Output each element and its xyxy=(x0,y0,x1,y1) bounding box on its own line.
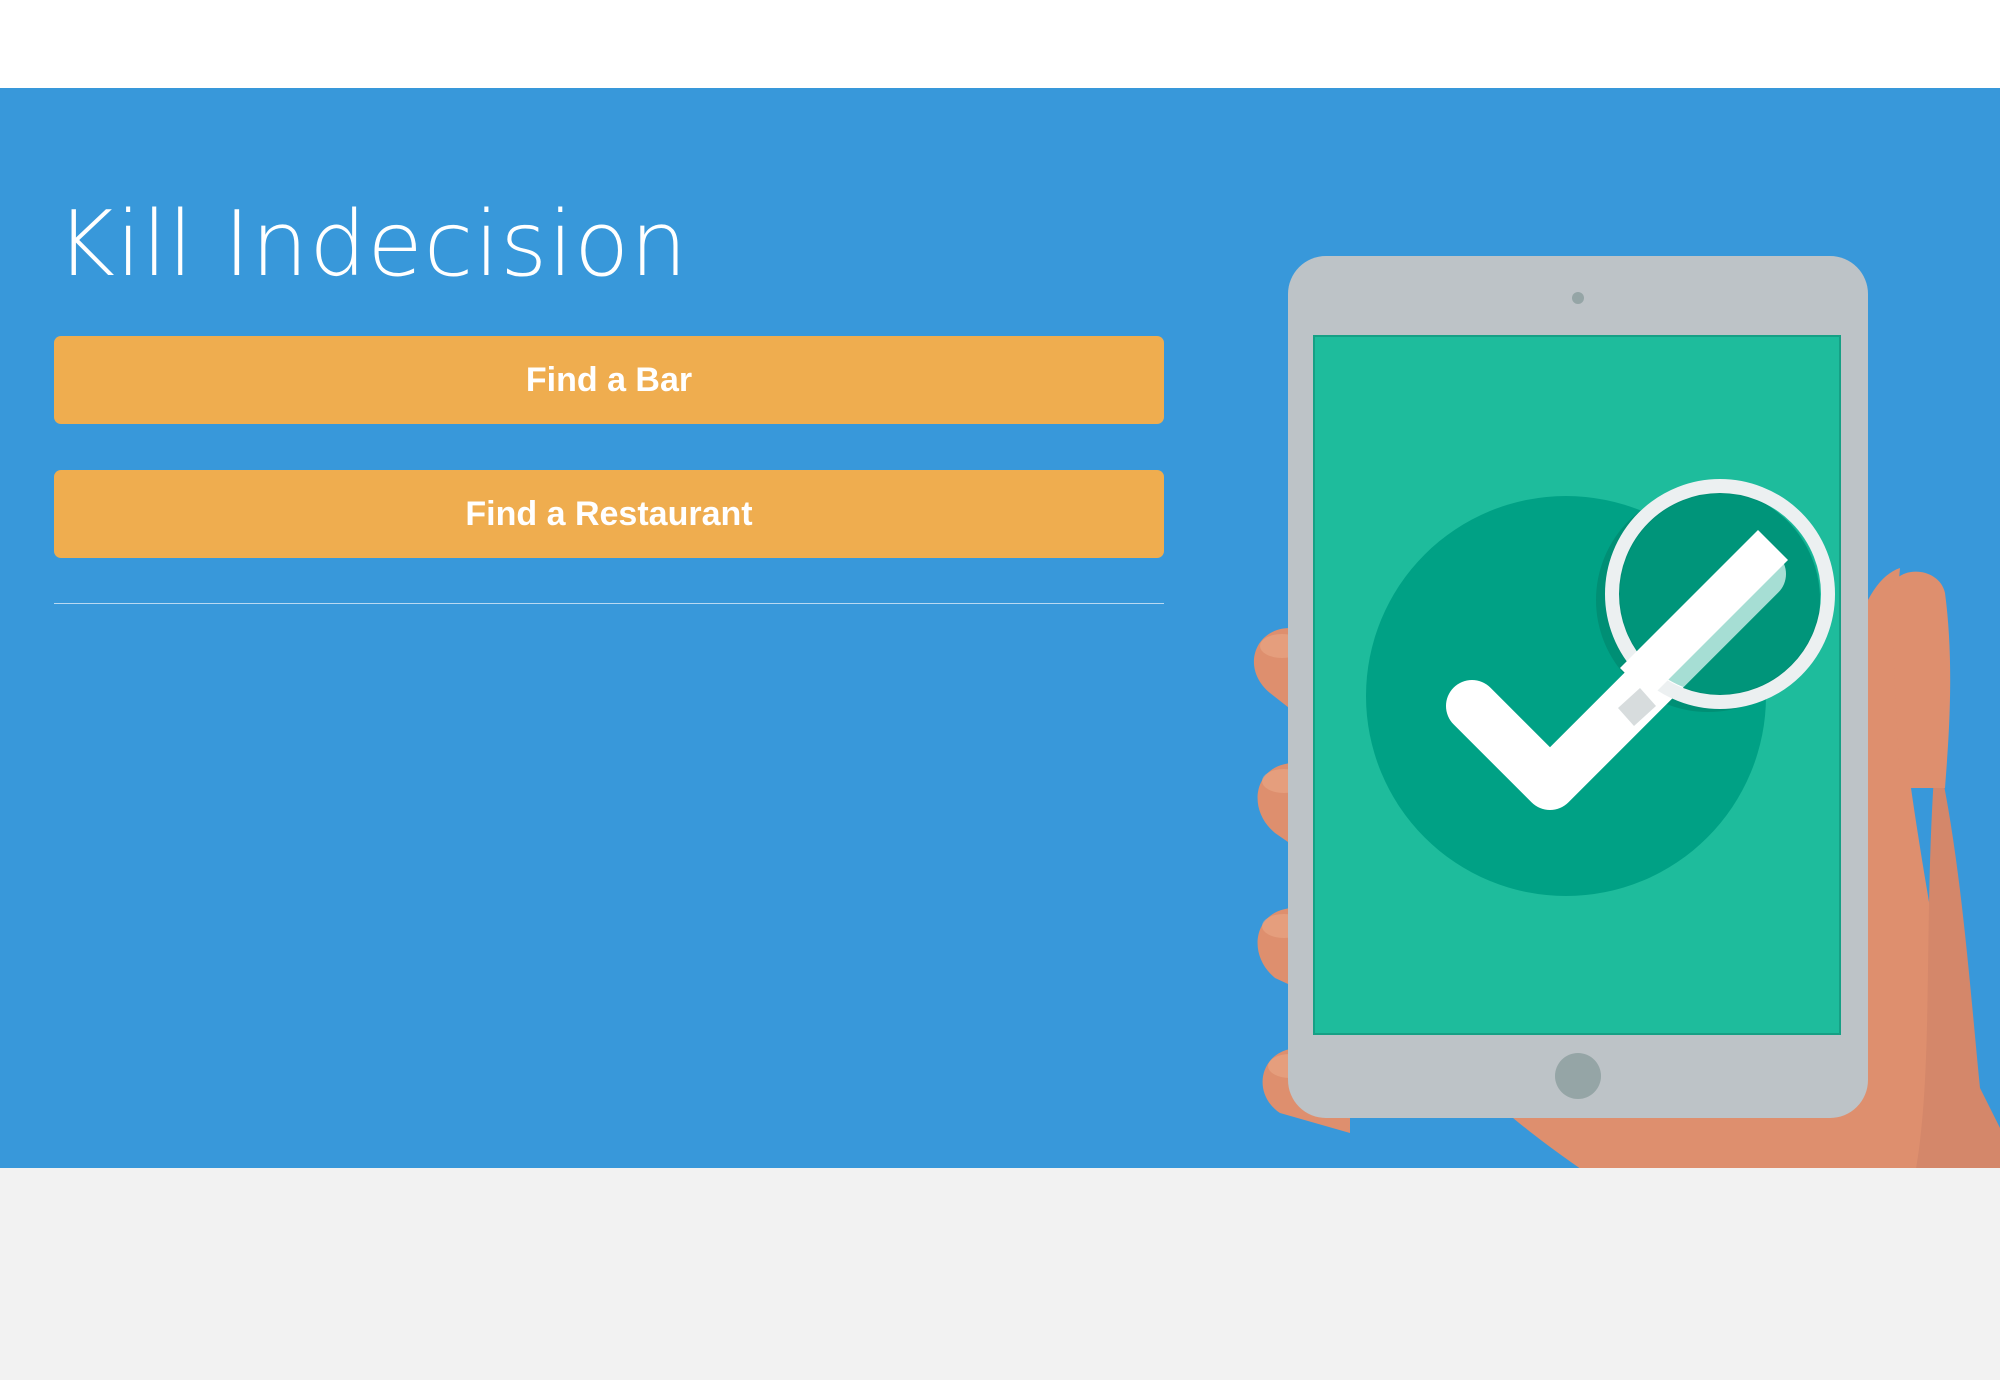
footer-area xyxy=(0,1168,2000,1380)
tablet-camera xyxy=(1572,292,1584,304)
find-bar-button[interactable]: Find a Bar xyxy=(54,336,1164,424)
hand-thumb xyxy=(1890,571,1951,788)
tablet-checkmark-illustration xyxy=(1253,256,2000,1168)
page-title: Kill Indecision xyxy=(56,192,689,297)
divider xyxy=(54,603,1164,604)
find-restaurant-button[interactable]: Find a Restaurant xyxy=(54,470,1164,558)
hero-section: Kill Indecision Find a Bar Find a Restau… xyxy=(0,88,2000,1168)
tablet-home-button xyxy=(1555,1053,1601,1099)
top-bar xyxy=(0,0,2000,88)
